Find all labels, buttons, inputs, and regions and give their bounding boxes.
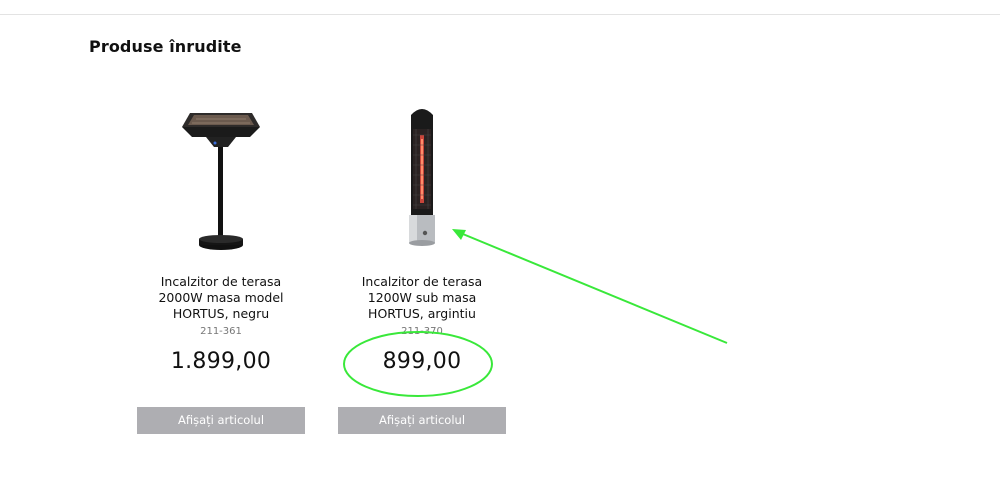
- product-card-2: Incalzitor de terasa 1200W sub masa HORT…: [337, 95, 507, 374]
- product-name[interactable]: Incalzitor de terasa 1200W sub masa HORT…: [337, 274, 507, 322]
- product-sku: 211-361: [200, 326, 242, 337]
- product-price: 1.899,00: [170, 349, 272, 374]
- section-title: Produse înrudite: [89, 37, 242, 56]
- product-name[interactable]: Incalzitor de terasa 2000W masa model HO…: [136, 274, 306, 322]
- product-price: 899,00: [382, 349, 462, 374]
- product-sku: 211-370: [401, 326, 443, 337]
- product-card-1: Incalzitor de terasa 2000W masa model HO…: [136, 95, 306, 374]
- top-divider: [0, 14, 1000, 15]
- view-item-button[interactable]: Afișați articolul: [338, 407, 506, 434]
- view-item-button[interactable]: Afișați articolul: [137, 407, 305, 434]
- table-patio-heater-icon[interactable]: [166, 95, 276, 260]
- tower-patio-heater-icon[interactable]: [367, 95, 477, 260]
